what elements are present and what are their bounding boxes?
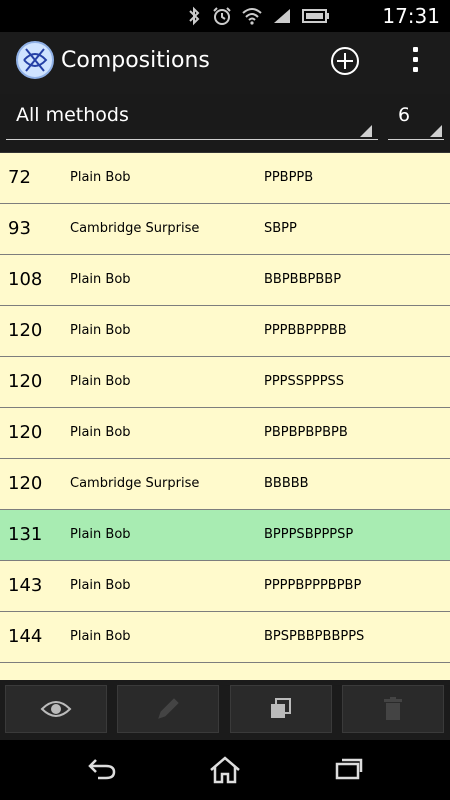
composition-calls: PBPBPBPBPB [264,425,348,440]
add-icon[interactable] [331,47,359,75]
composition-method: Plain Bob [70,527,131,542]
method-filter-spinner[interactable]: All methods [6,102,378,140]
home-button[interactable] [208,756,242,788]
copy-icon [271,698,291,718]
composition-method: Plain Bob [70,170,131,185]
composition-length: 93 [8,218,31,239]
app-title: Compositions [61,48,210,73]
composition-row[interactable]: 93 Cambridge Surprise SBPP [0,204,450,255]
trash-icon [384,697,402,720]
view-button[interactable] [5,685,107,733]
composition-calls: BBPBBPBBP [264,272,342,287]
composition-row[interactable]: 108 Plain Bob BBPBBPBBP [0,255,450,306]
pencil-icon [158,698,179,719]
home-icon [210,756,240,784]
delete-button[interactable] [342,685,444,733]
composition-calls: SBPP [264,221,297,236]
system-nav-bar [0,740,450,800]
status-bar: 17:31 [0,0,450,32]
composition-calls: PPPSSPPPSS [264,374,345,389]
count-filter-value: 6 [398,104,411,126]
composition-row-selected[interactable]: 131 Plain Bob BPPPSBPPPSP [0,510,450,561]
composition-calls: PPBPPB [264,170,314,185]
back-button[interactable] [86,756,116,786]
bottom-action-bar [0,680,450,740]
back-icon [88,759,116,780]
composition-method: Plain Bob [70,272,131,287]
recents-button[interactable] [334,756,364,786]
eye-icon [40,701,72,717]
composition-calls: BPPPSBPPPSP [264,527,354,542]
filter-bar: All methods 6 [0,94,450,153]
composition-length: 144 [8,626,43,647]
app-logo-icon [16,41,54,79]
composition-method: Plain Bob [70,425,131,440]
composition-length: 131 [8,524,43,545]
copy-button[interactable] [230,685,332,733]
composition-length: 120 [8,473,43,494]
signal-icon [274,9,290,23]
count-filter-spinner[interactable]: 6 [388,102,444,140]
edit-button[interactable] [117,685,219,733]
status-icons [186,6,330,26]
composition-row[interactable]: 143 Plain Bob PPPPBPPPBPBP [0,561,450,612]
method-filter-value: All methods [16,104,129,126]
composition-length: 108 [8,269,43,290]
composition-calls: PPPBBPPPBB [264,323,347,338]
recents-icon [335,758,363,780]
composition-row-partial[interactable] [0,663,450,680]
composition-row[interactable]: 120 Plain Bob PPPSSPPPSS [0,357,450,408]
status-time: 17:31 [382,4,440,28]
overflow-menu-icon[interactable] [405,45,425,79]
composition-row[interactable]: 120 Cambridge Surprise BBBBB [0,459,450,510]
composition-calls: BBBBB [264,476,309,491]
bluetooth-icon [189,6,200,26]
dropdown-corner-icon [360,125,372,137]
composition-method: Cambridge Surprise [70,476,200,491]
alarm-icon [213,7,231,25]
spinner-underline [6,139,378,140]
composition-method: Plain Bob [70,629,131,644]
composition-method: Plain Bob [70,578,131,593]
action-bar: Compositions [0,32,450,95]
composition-calls: PPPPBPPPBPBP [264,578,362,593]
composition-method: Plain Bob [70,323,131,338]
composition-length: 120 [8,320,43,341]
dropdown-corner-icon [430,125,442,137]
composition-method: Plain Bob [70,374,131,389]
composition-row[interactable]: 120 Plain Bob PBPBPBPBPB [0,408,450,459]
composition-length: 120 [8,422,43,443]
composition-row[interactable]: 120 Plain Bob PPPBBPPPBB [0,306,450,357]
composition-length: 72 [8,167,31,188]
spinner-underline [388,139,444,140]
composition-row[interactable]: 144 Plain Bob BPSPBBPBBPPS [0,612,450,663]
composition-length: 120 [8,371,43,392]
compositions-list[interactable]: 72 Plain Bob PPBPPB 93 Cambridge Surpris… [0,153,450,680]
composition-row[interactable]: 72 Plain Bob PPBPPB [0,153,450,204]
wifi-icon [242,8,262,25]
battery-icon [302,9,329,23]
composition-calls: BPSPBBPBBPPS [264,629,365,644]
composition-method: Cambridge Surprise [70,221,200,236]
composition-length: 143 [8,575,43,596]
